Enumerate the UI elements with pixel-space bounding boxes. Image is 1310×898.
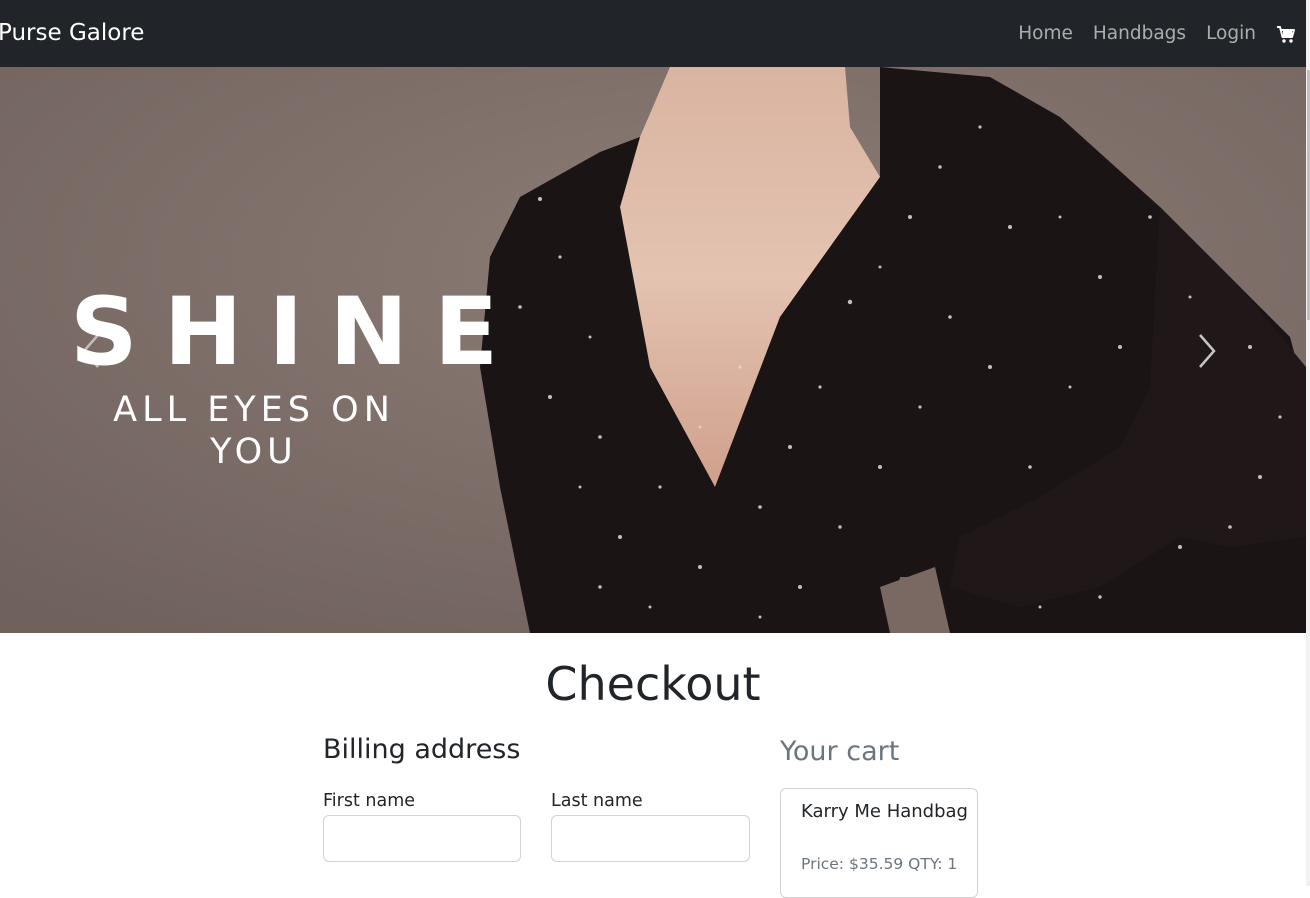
hero-subheadline: ALL EYES ON YOU — [113, 390, 395, 472]
chevron-left-icon — [72, 334, 112, 385]
last-name-label: Last name — [551, 791, 643, 811]
your-cart-heading: Your cart — [780, 736, 900, 767]
cart-item-name: Karry Me Handbag — [801, 801, 968, 822]
brand-link[interactable]: Purse Galore — [0, 17, 144, 49]
nav-link-login[interactable]: Login — [1206, 20, 1256, 48]
cart-icon[interactable] — [1276, 24, 1296, 44]
nav-link-handbags[interactable]: Handbags — [1093, 20, 1186, 48]
last-name-input[interactable] — [551, 815, 750, 862]
first-name-label: First name — [323, 791, 416, 811]
first-name-input[interactable] — [323, 815, 521, 862]
cart-item-price-label: Price: — [801, 855, 845, 873]
page-title: Checkout — [545, 657, 761, 711]
top-navbar: Purse Galore Home Handbags Login — [0, 0, 1310, 67]
nav-links: Home Handbags Login — [1018, 20, 1296, 48]
chevron-right-icon — [1188, 334, 1228, 385]
cart-item-meta: Price: $35.59 QTY: 1 — [801, 853, 957, 875]
cart-item-qty: 1 — [947, 855, 958, 873]
hero-headline: SHINE — [70, 278, 525, 387]
hero-carousel: SHINE ALL EYES ON YOU — [0, 67, 1306, 633]
cart-list: Karry Me Handbag Price: $35.59 QTY: 1 — [780, 788, 978, 898]
billing-address-heading: Billing address — [323, 734, 521, 765]
cart-item-price: $35.59 — [848, 855, 904, 873]
carousel-prev-button[interactable] — [72, 321, 112, 381]
carousel-next-button[interactable] — [1188, 321, 1228, 381]
cart-item-qty-label: QTY: — [908, 855, 943, 873]
nav-link-home[interactable]: Home — [1018, 20, 1073, 48]
